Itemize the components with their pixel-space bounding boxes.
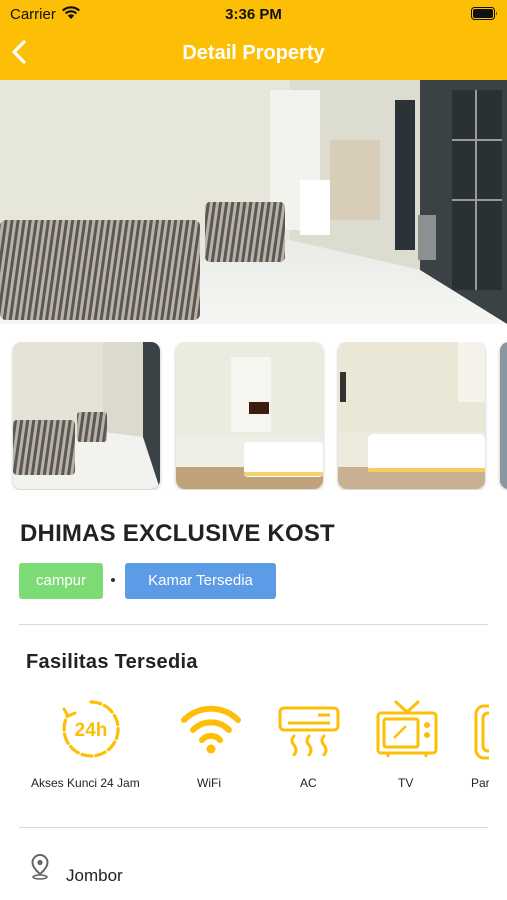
thumbnail-photo[interactable] xyxy=(176,342,323,489)
facility-label: AC xyxy=(300,776,317,790)
divider xyxy=(19,827,488,828)
separator-dot xyxy=(111,578,115,582)
location-text: Jombor xyxy=(66,866,123,885)
thumbnail-photo[interactable] xyxy=(13,342,160,489)
photo-thumbnails[interactable] xyxy=(0,342,507,490)
svg-text:24h: 24h xyxy=(75,720,108,741)
thumbnail-photo[interactable] xyxy=(338,342,485,489)
parking-icon xyxy=(474,704,489,767)
facilities-list[interactable]: 24h Akses Kunci 24 Jam WiFi AC TV Par xyxy=(0,696,489,806)
facility-label: Par xyxy=(471,776,489,790)
availability-badge: Kamar Tersedia xyxy=(125,563,276,599)
wifi-icon xyxy=(180,704,242,759)
facility-label: TV xyxy=(398,776,414,790)
divider xyxy=(19,624,488,625)
clock-24h-icon: 24h xyxy=(60,698,122,765)
hero-photo[interactable] xyxy=(0,80,507,324)
clock: 3:36 PM xyxy=(225,6,282,23)
thumbnail-photo[interactable] xyxy=(500,342,507,489)
app-header: Carrier 3:36 PM Detail Property xyxy=(0,0,507,80)
air-conditioner-icon xyxy=(278,706,340,761)
status-bar: Carrier 3:36 PM xyxy=(0,0,507,28)
property-name: DHIMAS EXCLUSIVE KOST xyxy=(20,520,335,547)
facility-label: WiFi xyxy=(197,776,221,790)
facility-label: Akses Kunci 24 Jam xyxy=(31,776,140,790)
facilities-title: Fasilitas Tersedia xyxy=(26,651,198,673)
tv-icon xyxy=(376,700,438,763)
location-pin-icon xyxy=(31,853,49,885)
page-title: Detail Property xyxy=(182,42,325,64)
type-badge: campur xyxy=(19,563,103,599)
battery-icon xyxy=(471,7,498,25)
